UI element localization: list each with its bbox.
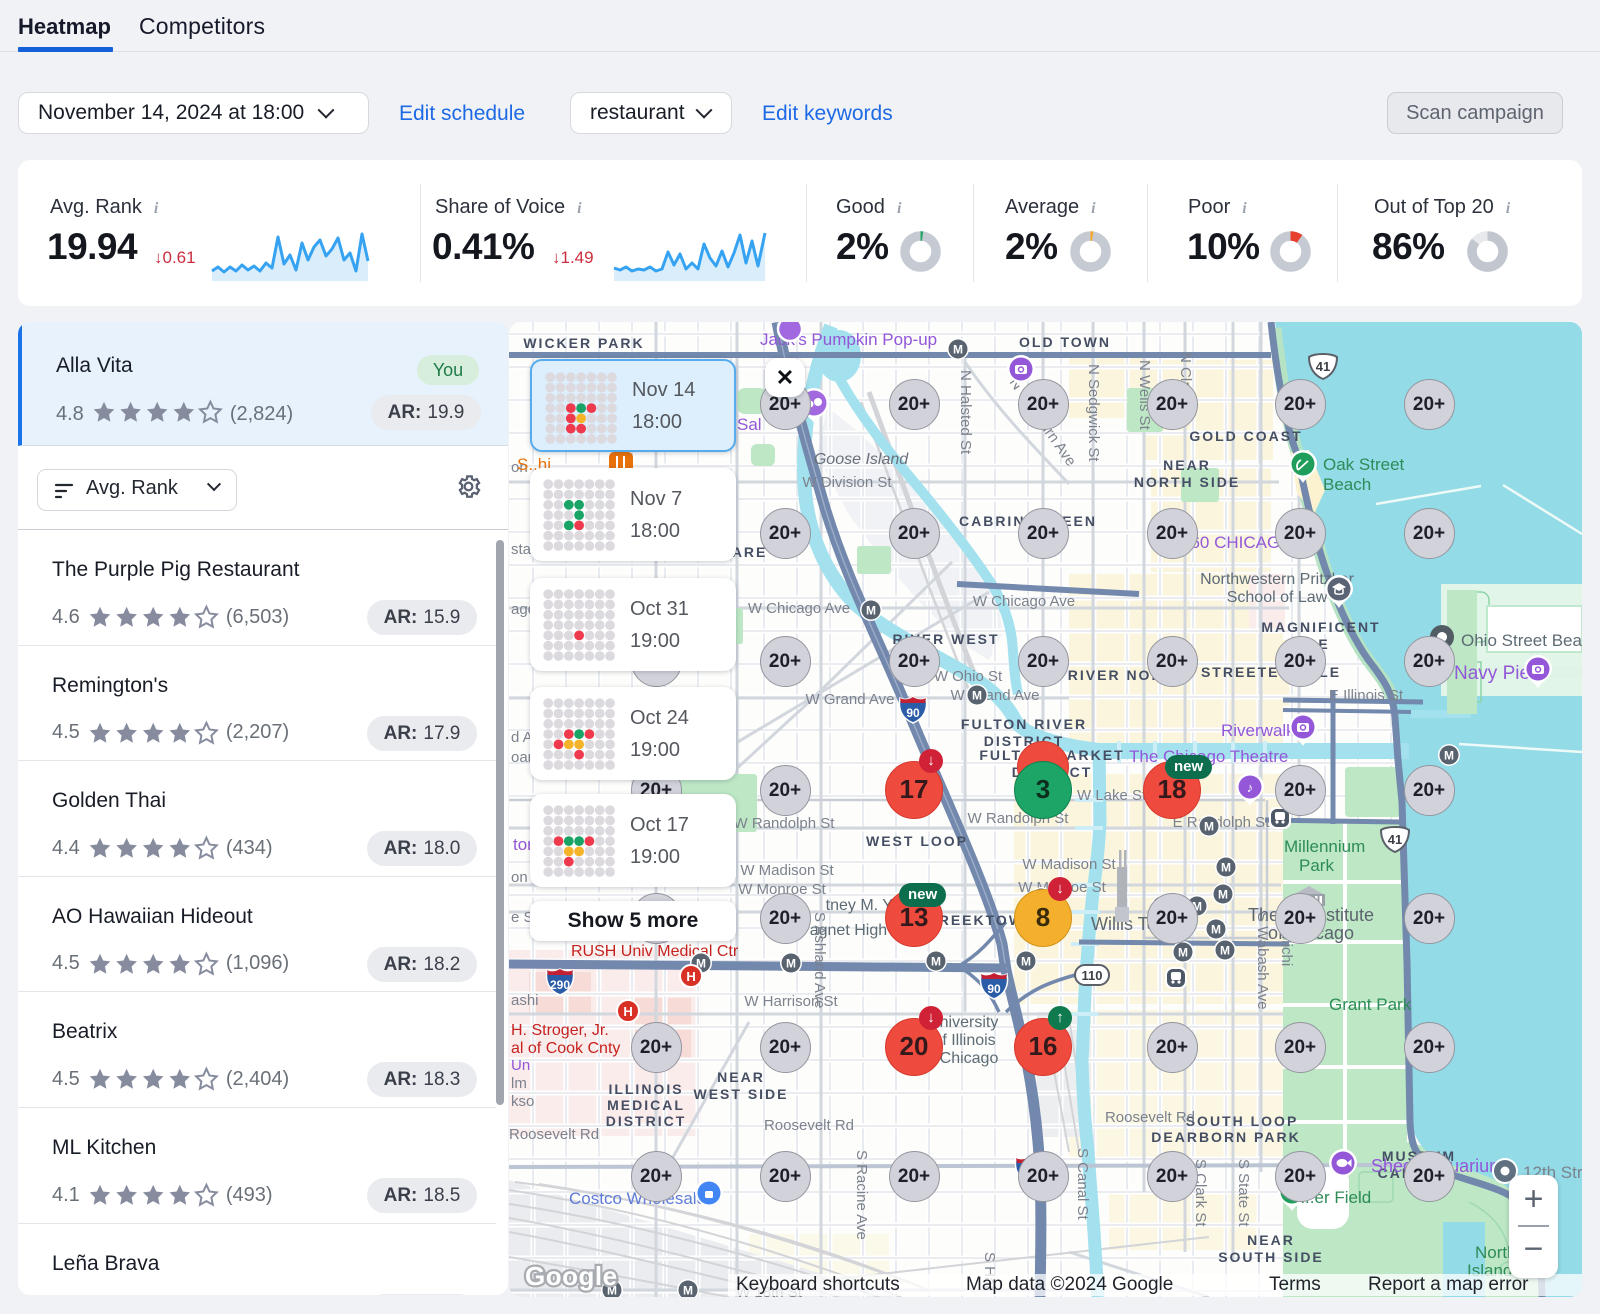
svg-text:E Illinois St: E Illinois St xyxy=(1329,687,1404,704)
svg-text:W Ohio St: W Ohio St xyxy=(934,668,1003,685)
svg-text:ILLINOIS: ILLINOIS xyxy=(608,1081,683,1097)
svg-text:Ohio Street Beach: Ohio Street Beach xyxy=(1461,631,1582,650)
svg-text:♪: ♪ xyxy=(1247,780,1254,795)
svg-text:Riverwalk: Riverwalk xyxy=(1221,721,1295,740)
svg-text:N Sedgwick St: N Sedgwick St xyxy=(1085,364,1102,462)
svg-text:Oak Street: Oak Street xyxy=(1323,455,1405,474)
svg-text:WEST SIDE: WEST SIDE xyxy=(693,1086,788,1102)
svg-text:Roosevelt Rd: Roosevelt Rd xyxy=(1105,1109,1195,1126)
svg-text:M: M xyxy=(683,1284,693,1298)
svg-text:S Ashland Ave: S Ashland Ave xyxy=(811,912,828,1008)
svg-text:S Racine Ave: S Racine Ave xyxy=(853,1150,870,1240)
svg-text:NORTH SIDE: NORTH SIDE xyxy=(1134,474,1240,490)
svg-text:E Randolph St: E Randolph St xyxy=(1173,814,1271,831)
svg-text:SOUTH SIDE: SOUTH SIDE xyxy=(1218,1249,1324,1265)
svg-text:DEARBORN PARK: DEARBORN PARK xyxy=(1151,1129,1300,1145)
svg-text:Google: Google xyxy=(525,1261,618,1291)
svg-text:Sal: Sal xyxy=(737,415,762,434)
svg-text:M: M xyxy=(866,604,876,618)
svg-text:S Canal St: S Canal St xyxy=(1074,1148,1091,1221)
svg-text:290: 290 xyxy=(550,978,570,992)
svg-text:DISTRICT: DISTRICT xyxy=(606,1113,687,1129)
svg-text:SOUTH LOOP: SOUTH LOOP xyxy=(1186,1113,1299,1129)
svg-text:H: H xyxy=(686,969,695,984)
svg-text:S Wabash Ave: S Wabash Ave xyxy=(1254,912,1271,1010)
svg-text:Un: Un xyxy=(511,1057,530,1074)
svg-text:NEAR: NEAR xyxy=(1247,1232,1295,1248)
svg-text:N Halsted St: N Halsted St xyxy=(957,370,974,455)
svg-text:M: M xyxy=(1178,946,1188,960)
svg-text:41: 41 xyxy=(1388,832,1402,847)
svg-text:ashi: ashi xyxy=(511,992,539,1009)
svg-text:W Madison St: W Madison St xyxy=(740,862,834,879)
svg-text:niversity: niversity xyxy=(940,1014,999,1031)
svg-text:NEAR: NEAR xyxy=(717,1069,765,1085)
svg-text:W Chicago Ave: W Chicago Ave xyxy=(973,593,1075,610)
svg-text:M: M xyxy=(931,955,941,969)
svg-text:90: 90 xyxy=(906,706,920,720)
svg-text:W Chicago Ave: W Chicago Ave xyxy=(748,600,850,617)
svg-text:M: M xyxy=(972,689,982,703)
svg-text:M: M xyxy=(1211,923,1221,937)
svg-text:110: 110 xyxy=(1082,968,1103,983)
svg-text:M: M xyxy=(786,957,796,971)
svg-text:Chicago: Chicago xyxy=(940,1050,999,1067)
svg-text:f Illinois: f Illinois xyxy=(942,1032,995,1049)
svg-text:W Division St: W Division St xyxy=(802,474,892,491)
svg-text:M: M xyxy=(1021,955,1031,969)
svg-text:kso: kso xyxy=(511,1093,534,1110)
svg-text:W Randolph St: W Randolph St xyxy=(734,815,836,832)
svg-text:90: 90 xyxy=(987,982,1001,996)
svg-text:M: M xyxy=(1444,749,1454,763)
svg-text:GOLD COAST: GOLD COAST xyxy=(1189,428,1302,444)
svg-text:Millennium: Millennium xyxy=(1284,837,1365,856)
svg-text:FULTON RIVER: FULTON RIVER xyxy=(961,716,1087,732)
svg-text:W Grand Ave: W Grand Ave xyxy=(806,691,895,708)
svg-text:School of Law: School of Law xyxy=(1227,589,1328,606)
svg-text:Park: Park xyxy=(1299,856,1334,875)
svg-text:Grant Park: Grant Park xyxy=(1329,995,1412,1014)
svg-text:H. Stroger, Jr.: H. Stroger, Jr. xyxy=(511,1022,609,1039)
svg-text:H: H xyxy=(623,1004,632,1019)
svg-text:M: M xyxy=(1220,944,1230,958)
svg-text:M: M xyxy=(1221,861,1231,875)
svg-text:Roosevelt Rd: Roosevelt Rd xyxy=(764,1117,854,1134)
svg-text:W Grand Ave: W Grand Ave xyxy=(951,687,1040,704)
svg-text:Beach: Beach xyxy=(1323,475,1371,494)
svg-text:MEDICAL: MEDICAL xyxy=(607,1097,685,1113)
svg-text:Roosevelt Rd: Roosevelt Rd xyxy=(509,1126,599,1143)
svg-text:Goose Island: Goose Island xyxy=(814,451,909,468)
svg-text:NEAR: NEAR xyxy=(1163,457,1211,473)
svg-text:RUSH Univ Medical Ctr: RUSH Univ Medical Ctr xyxy=(571,943,739,960)
svg-text:41: 41 xyxy=(1316,359,1330,374)
svg-text:OLD TOWN: OLD TOWN xyxy=(1019,334,1111,350)
svg-text:MAGNIFICENT: MAGNIFICENT xyxy=(1261,619,1380,635)
svg-text:WICKER PARK: WICKER PARK xyxy=(523,335,644,351)
svg-text:W Madison St: W Madison St xyxy=(1022,856,1116,873)
svg-text:sta: sta xyxy=(511,541,532,558)
svg-text:M: M xyxy=(1204,820,1214,834)
svg-text:lm: lm xyxy=(511,1075,527,1092)
svg-text:al of Cook Cnty: al of Cook Cnty xyxy=(511,1040,620,1057)
svg-text:M: M xyxy=(953,343,963,357)
svg-text:W Lake St: W Lake St xyxy=(1077,787,1147,804)
svg-text:M: M xyxy=(1218,888,1228,902)
svg-text:WEST LOOP: WEST LOOP xyxy=(866,833,968,849)
svg-text:S State St: S State St xyxy=(1235,1159,1252,1227)
